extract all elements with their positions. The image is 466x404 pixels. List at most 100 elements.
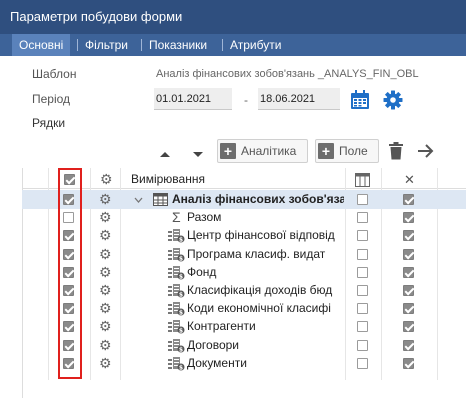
add-analytics-label: Аналітика [241, 144, 297, 158]
svg-text:$: $ [179, 237, 183, 244]
tab-indicators[interactable]: Показники [142, 34, 214, 56]
rows-label: Рядки [32, 116, 66, 130]
row-visible-checkbox[interactable] [403, 194, 414, 205]
row-visible-checkbox[interactable] [403, 358, 414, 369]
table-row[interactable]: ⚙ $ Договори [22, 336, 466, 355]
add-field-button[interactable]: + Поле [315, 139, 379, 163]
period-label: Період [32, 92, 71, 106]
row-column-checkbox[interactable] [357, 267, 368, 278]
row-include-checkbox[interactable] [63, 230, 74, 241]
row-column-checkbox[interactable] [357, 321, 368, 332]
row-column-checkbox[interactable] [357, 303, 368, 314]
row-label: Аналіз фінансових зобов'яза [172, 192, 344, 206]
row-column-checkbox[interactable] [357, 358, 368, 369]
row-label: Фонд [187, 265, 217, 279]
arrow-right-icon[interactable] [417, 143, 435, 162]
gear-icon[interactable]: ⚙ [99, 317, 112, 336]
trash-icon[interactable] [389, 142, 403, 163]
calendar-icon[interactable] [350, 90, 370, 113]
select-all-checkbox[interactable] [64, 174, 75, 185]
row-include-checkbox[interactable] [63, 249, 74, 260]
chevron-down-icon[interactable] [134, 190, 143, 209]
table-row-selected[interactable]: ⚙ Аналіз фінансових зобов'яза [22, 190, 466, 209]
row-visible-checkbox[interactable] [403, 321, 414, 332]
sigma-icon: Σ [172, 209, 181, 225]
gear-icon[interactable]: ⚙ [99, 263, 112, 282]
plus-icon: + [220, 143, 236, 159]
gear-icon[interactable]: ⚙ [99, 190, 112, 209]
template-value[interactable]: Аналіз фінансових зобов'язань _ANALYS_FI… [156, 68, 419, 80]
settings-gear-icon[interactable] [383, 90, 403, 113]
row-include-checkbox[interactable] [63, 194, 74, 205]
row-visible-checkbox[interactable] [403, 285, 414, 296]
gear-icon[interactable]: ⚙ [99, 208, 112, 227]
tab-main[interactable]: Основні [12, 34, 71, 56]
svg-text:$: $ [179, 292, 183, 299]
column-header-dimensions: Вимірювання [131, 172, 205, 186]
row-label: Договори [187, 338, 240, 352]
row-column-checkbox[interactable] [357, 249, 368, 260]
row-include-checkbox[interactable] [63, 285, 74, 296]
plus-icon: + [318, 143, 334, 159]
tab-filters[interactable]: Фільтри [78, 34, 135, 56]
move-up-icon[interactable] [159, 147, 171, 161]
row-label: Програма класиф. видат [187, 247, 326, 261]
row-label: Коди економічної класифі [187, 301, 331, 315]
row-label: Разом [187, 210, 222, 224]
table-row[interactable]: ⚙ Σ Разом [22, 208, 466, 227]
row-include-checkbox[interactable] [63, 303, 74, 314]
svg-text:$: $ [179, 256, 183, 263]
template-label: Шаблон [32, 67, 77, 81]
svg-text:$: $ [179, 274, 183, 281]
date-to-input[interactable]: 18.06.2021 [258, 88, 340, 110]
columns-icon[interactable] [355, 171, 370, 190]
move-down-icon[interactable] [192, 148, 204, 162]
table-row[interactable]: ⚙ $ Коди економічної класифі [22, 299, 466, 318]
row-include-checkbox[interactable] [63, 212, 74, 223]
table-row[interactable]: ⚙ $ Центр фінансової відповід [22, 226, 466, 245]
table-row[interactable]: ⚙ $ Програма класиф. видат [22, 245, 466, 264]
date-from-input[interactable]: 01.01.2021 [154, 88, 232, 110]
row-column-checkbox[interactable] [357, 194, 368, 205]
table-row[interactable]: ⚙ $ Класифікація доходів бюд [22, 281, 466, 300]
row-visible-checkbox[interactable] [403, 212, 414, 223]
table-row[interactable]: ⚙ $ Фонд [22, 263, 466, 282]
gear-icon[interactable]: ⚙ [99, 336, 112, 355]
row-label: Центр фінансової відповід [187, 228, 335, 242]
table-row[interactable]: ⚙ $ Документи [22, 354, 466, 373]
tab-bar: Основні Фільтри Показники Атрибути [0, 34, 466, 56]
row-include-checkbox[interactable] [63, 267, 74, 278]
tab-attributes[interactable]: Атрибути [223, 34, 288, 56]
row-column-checkbox[interactable] [357, 285, 368, 296]
svg-text:$: $ [179, 310, 183, 317]
gear-icon[interactable]: ⚙ [99, 245, 112, 264]
row-label: Класифікація доходів бюд [187, 283, 333, 297]
table-row[interactable]: ⚙ $ Контрагенти [22, 317, 466, 336]
gear-icon[interactable]: ⚙ [99, 299, 112, 318]
row-include-checkbox[interactable] [63, 340, 74, 351]
row-visible-checkbox[interactable] [403, 267, 414, 278]
date-separator: - [244, 93, 248, 107]
row-visible-checkbox[interactable] [403, 230, 414, 241]
row-label: Документи [187, 356, 247, 370]
row-column-checkbox[interactable] [357, 340, 368, 351]
title-bar: Параметри побудови форми [0, 0, 466, 34]
row-label: Контрагенти [187, 319, 256, 333]
dimension-icon: $ [168, 356, 185, 375]
gear-icon[interactable]: ⚙ [99, 226, 112, 245]
row-include-checkbox[interactable] [63, 321, 74, 332]
add-analytics-button[interactable]: + Аналітика [217, 139, 308, 163]
window-title: Параметри побудови форми [10, 9, 183, 24]
gear-icon[interactable]: ⚙ [99, 354, 112, 373]
row-include-checkbox[interactable] [63, 358, 74, 369]
row-visible-checkbox[interactable] [403, 303, 414, 314]
svg-text:$: $ [179, 365, 183, 372]
row-visible-checkbox[interactable] [403, 249, 414, 260]
gear-icon[interactable]: ⚙ [99, 281, 112, 300]
close-x-icon[interactable]: ✕ [404, 170, 415, 189]
row-column-checkbox[interactable] [357, 212, 368, 223]
row-visible-checkbox[interactable] [403, 340, 414, 351]
gear-icon[interactable]: ⚙ [100, 170, 113, 189]
svg-text:$: $ [179, 328, 183, 335]
row-column-checkbox[interactable] [357, 230, 368, 241]
